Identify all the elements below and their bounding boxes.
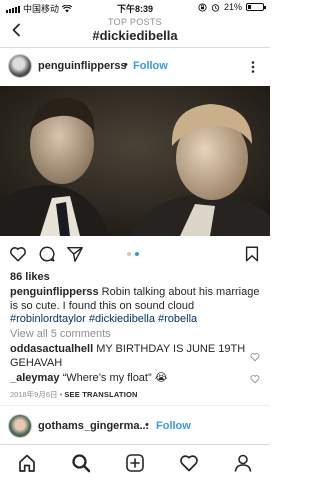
post-username[interactable]: gothams_gingerma... — [38, 420, 149, 432]
comment-icon[interactable] — [38, 245, 56, 263]
bottom-tab-bar — [0, 444, 270, 480]
carousel-indicator — [127, 252, 139, 256]
hashtag-link[interactable]: #robella — [158, 313, 197, 325]
more-icon[interactable] — [246, 60, 260, 74]
home-icon[interactable] — [17, 453, 37, 473]
hashtag-link[interactable]: #robinlordtaylor — [10, 313, 86, 325]
share-icon[interactable] — [66, 245, 84, 263]
status-right: 21% — [198, 2, 266, 12]
follow-button[interactable]: Follow — [133, 60, 168, 72]
post-photo-image — [0, 86, 270, 236]
heart-icon[interactable] — [9, 245, 27, 263]
comment-item: oddasactualhell MY BIRTHDAY IS JUNE 19TH… — [10, 343, 246, 370]
avatar[interactable] — [8, 414, 32, 438]
post-username[interactable]: penguinflipperss — [38, 60, 127, 72]
next-post-header: gothams_gingerma... • Follow — [0, 410, 270, 444]
profile-icon[interactable] — [233, 453, 253, 473]
separator-dot: • — [145, 419, 149, 431]
battery-percent: 21% — [223, 2, 242, 12]
post-photo[interactable] — [0, 86, 270, 236]
post-actions — [0, 238, 270, 270]
comment-text: “Where’s my float” 😭 — [62, 372, 168, 384]
separator-dot: • — [124, 59, 128, 71]
add-icon[interactable] — [125, 453, 145, 473]
follow-button[interactable]: Follow — [156, 420, 191, 432]
see-translation-link[interactable]: SEE TRANSLATION — [64, 390, 137, 399]
page-title: #dickiedibella — [92, 28, 178, 43]
post-divider — [0, 405, 270, 406]
comment-item: _aleymay “Where’s my float” 😭 — [10, 372, 246, 386]
comment-like-icon[interactable] — [250, 352, 260, 362]
comment-username[interactable]: _aleymay — [10, 372, 60, 384]
search-icon[interactable] — [71, 453, 91, 473]
view-all-comments-link[interactable]: View all 5 comments — [10, 328, 111, 340]
post-meta: 2018年9月6日 • SEE TRANSLATION — [10, 389, 138, 400]
post-caption: penguinflipperss Robin talking about his… — [10, 286, 262, 327]
comment-username[interactable]: oddasactualhell — [10, 343, 93, 355]
status-bar: 中国移动 下午8:39 21% — [0, 0, 270, 14]
page-header: TOP POSTS #dickiedibella — [0, 14, 270, 46]
caption-username[interactable]: penguinflipperss — [10, 286, 99, 298]
meta-separator: • — [59, 390, 63, 399]
lock-rotation-icon — [198, 2, 207, 12]
header-subtitle: TOP POSTS — [108, 17, 162, 27]
activity-icon[interactable] — [179, 453, 199, 473]
bookmark-icon[interactable] — [243, 245, 261, 263]
carousel-dot — [127, 252, 131, 256]
comment-like-icon[interactable] — [250, 374, 260, 384]
alarm-icon — [211, 3, 220, 12]
avatar[interactable] — [8, 54, 32, 78]
battery-icon — [246, 3, 266, 11]
likes-count[interactable]: 86 likes — [10, 271, 50, 283]
post-date: 2018年9月6日 — [10, 390, 58, 399]
post-header: penguinflipperss • Follow — [0, 48, 270, 86]
hashtag-link[interactable]: #dickiedibella — [89, 313, 155, 325]
carousel-dot — [135, 252, 139, 256]
